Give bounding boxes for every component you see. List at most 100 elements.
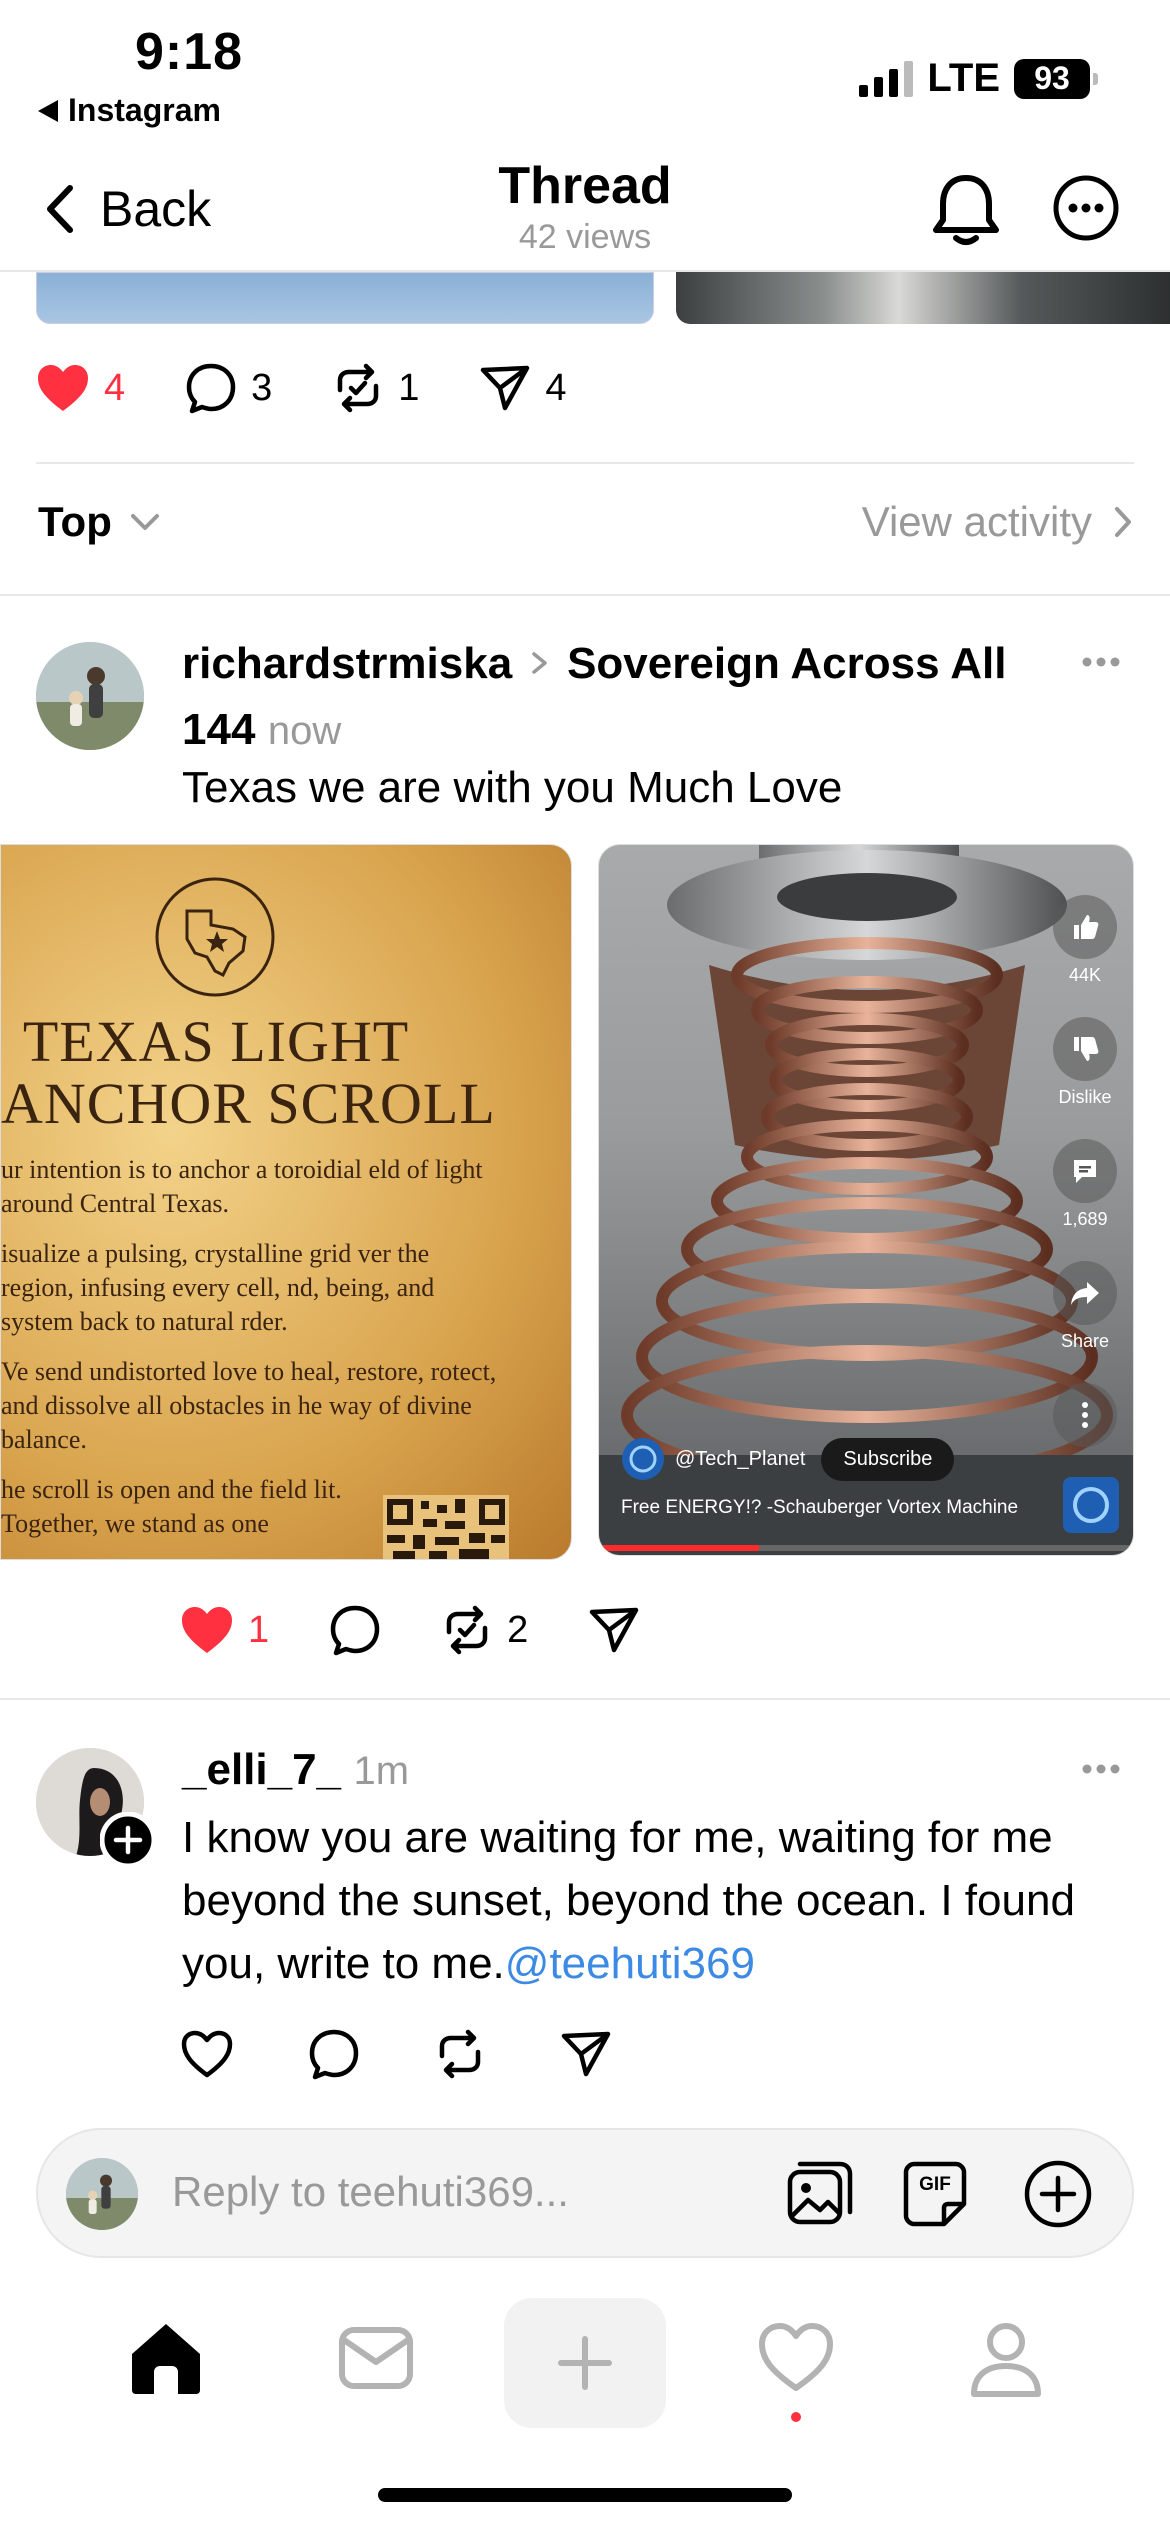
scroll-paragraph: he scroll is open and the field lit. Tog… <box>1 1475 342 1538</box>
scroll-paragraph: isualize a pulsing, crystalline grid ver… <box>1 1239 435 1336</box>
thumbs-down-icon <box>1053 1017 1117 1081</box>
texas-star-emblem-icon <box>155 877 275 997</box>
repost-button[interactable]: 2 <box>441 1604 528 1656</box>
sort-dropdown[interactable]: Top <box>38 498 160 546</box>
like-button[interactable]: 4 <box>36 363 125 413</box>
repost-button[interactable]: 1 <box>332 362 419 414</box>
like-button[interactable] <box>180 2029 234 2079</box>
comment-icon <box>309 2029 359 2080</box>
share-count: 4 <box>545 366 567 409</box>
battery-icon: 93 <box>1014 58 1098 99</box>
bell-icon[interactable] <box>930 172 1002 248</box>
video-more-button[interactable] <box>1053 1383 1117 1447</box>
repost-count: 1 <box>398 366 420 409</box>
share-arrow-icon <box>1053 1261 1117 1325</box>
follow-plus-icon[interactable] <box>100 1812 156 1868</box>
heart-filled-icon <box>38 365 88 411</box>
top-post-actions: 4 3 1 4 <box>36 362 627 414</box>
video-channel-row: @Tech_Planet Subscribe <box>621 1437 955 1481</box>
sort-row: Top View activity <box>38 498 1132 546</box>
repost-icon <box>446 1605 488 1655</box>
composer-avatar <box>66 2158 138 2230</box>
video-like-count: 44K <box>1068 965 1102 985</box>
video-like-button[interactable]: 44K <box>1053 895 1117 986</box>
video-comments-button[interactable]: 1,689 <box>1053 1139 1117 1230</box>
reply2-username[interactable]: _elli_7_ <box>182 1745 341 1794</box>
reply1-username[interactable]: richardstrmiska <box>182 639 512 688</box>
divider <box>0 594 1170 596</box>
profile-icon[interactable] <box>966 2318 1046 2398</box>
avatar[interactable] <box>36 642 144 750</box>
divider <box>0 1698 1170 1700</box>
back-triangle-icon <box>38 99 58 122</box>
more-options-icon[interactable] <box>1080 655 1122 669</box>
scroll-image[interactable]: TEXAS LIGHT ANCHOR SCROLL ur intention i… <box>0 844 572 1560</box>
scroll-paragraph: Ve send undistorted love to heal, restor… <box>1 1357 497 1454</box>
like-button[interactable]: 1 <box>180 1605 269 1655</box>
reply1-time: now <box>267 709 342 753</box>
comment-icon <box>330 1605 380 1656</box>
reply2-actions <box>180 2028 672 2080</box>
reply-composer: Reply to teehuti369... GIF <box>36 2128 1134 2258</box>
video-title: Free ENERGY!? -Schauberger Vortex Machin… <box>621 1497 1019 1518</box>
photo-gallery-icon[interactable] <box>784 2158 856 2230</box>
status-indicators: LTE 93 <box>859 56 1098 101</box>
video-channel-name[interactable]: @Tech_Planet <box>675 1448 805 1471</box>
share-button[interactable] <box>560 2028 612 2080</box>
gif-label: GIF <box>919 2174 951 2195</box>
channel-watermark-icon <box>1063 1477 1119 1533</box>
channel-avatar-icon[interactable] <box>621 1437 665 1481</box>
status-back-to-app[interactable]: Instagram <box>38 92 221 129</box>
notification-dot <box>791 2412 801 2422</box>
inbox-icon[interactable] <box>336 2318 416 2398</box>
video-share-label: Share <box>1060 1331 1110 1351</box>
repost-icon <box>439 2029 481 2079</box>
post-image-sky[interactable] <box>36 272 654 324</box>
send-icon <box>481 365 530 411</box>
video-share-button[interactable]: Share <box>1053 1261 1117 1352</box>
video-dislike-label: Dislike <box>1058 1087 1112 1107</box>
comment-button[interactable] <box>308 2028 360 2080</box>
reply2-header: _elli_7_ 1m <box>182 1742 409 1808</box>
share-button[interactable] <box>588 1604 640 1656</box>
status-time: 9:18 <box>135 23 244 81</box>
comment-button[interactable]: 3 <box>185 362 272 414</box>
activity-heart-icon[interactable] <box>756 2318 836 2398</box>
comment-count: 3 <box>251 366 273 409</box>
cellular-signal-icon <box>859 60 914 97</box>
reply1-actions: 1 2 <box>180 1604 700 1656</box>
gif-button[interactable]: GIF <box>902 2158 968 2228</box>
home-icon[interactable] <box>126 2318 206 2398</box>
share-button[interactable]: 4 <box>479 362 567 414</box>
post-image-waves[interactable] <box>676 272 1170 324</box>
repost-icon <box>338 363 379 413</box>
comment-icon <box>186 363 236 414</box>
view-activity-label: View activity <box>861 498 1092 545</box>
chevron-right-icon <box>531 652 547 674</box>
scroll-paragraph: ur intention is to anchor a toroidial el… <box>1 1155 483 1218</box>
network-type: LTE <box>927 56 1000 100</box>
repost-count: 2 <box>507 1608 529 1651</box>
more-options-icon[interactable] <box>1080 1762 1122 1776</box>
send-icon <box>561 2031 611 2077</box>
divider <box>36 462 1134 464</box>
mention-link[interactable]: @teehuti369 <box>505 1939 755 1988</box>
nav-bar: Back Thread 42 views <box>0 150 1170 272</box>
comment-button[interactable] <box>329 1604 381 1656</box>
more-options-icon[interactable] <box>1052 174 1120 242</box>
view-activity-link[interactable]: View activity <box>862 498 1132 546</box>
reply2-time: 1m <box>353 1749 410 1793</box>
heart-filled-icon <box>182 1607 232 1653</box>
create-post-button[interactable] <box>504 2298 666 2428</box>
video-dislike-button[interactable]: Dislike <box>1053 1017 1117 1108</box>
add-circle-icon[interactable] <box>1022 2158 1094 2230</box>
reply-input[interactable]: Reply to teehuti369... <box>172 2168 569 2216</box>
avatar-photo <box>36 642 144 750</box>
scroll-title-line1: TEXAS LIGHT <box>22 1009 410 1074</box>
video-thumbnail[interactable]: 44K Dislike 1,689 Share @Tech_Planet Sub… <box>598 844 1134 1556</box>
comment-bubble-icon <box>1053 1139 1117 1203</box>
home-indicator[interactable] <box>378 2488 792 2502</box>
repost-button[interactable] <box>434 2028 486 2080</box>
chevron-right-icon <box>1115 507 1131 537</box>
video-subscribe-button[interactable]: Subscribe <box>821 1437 955 1481</box>
